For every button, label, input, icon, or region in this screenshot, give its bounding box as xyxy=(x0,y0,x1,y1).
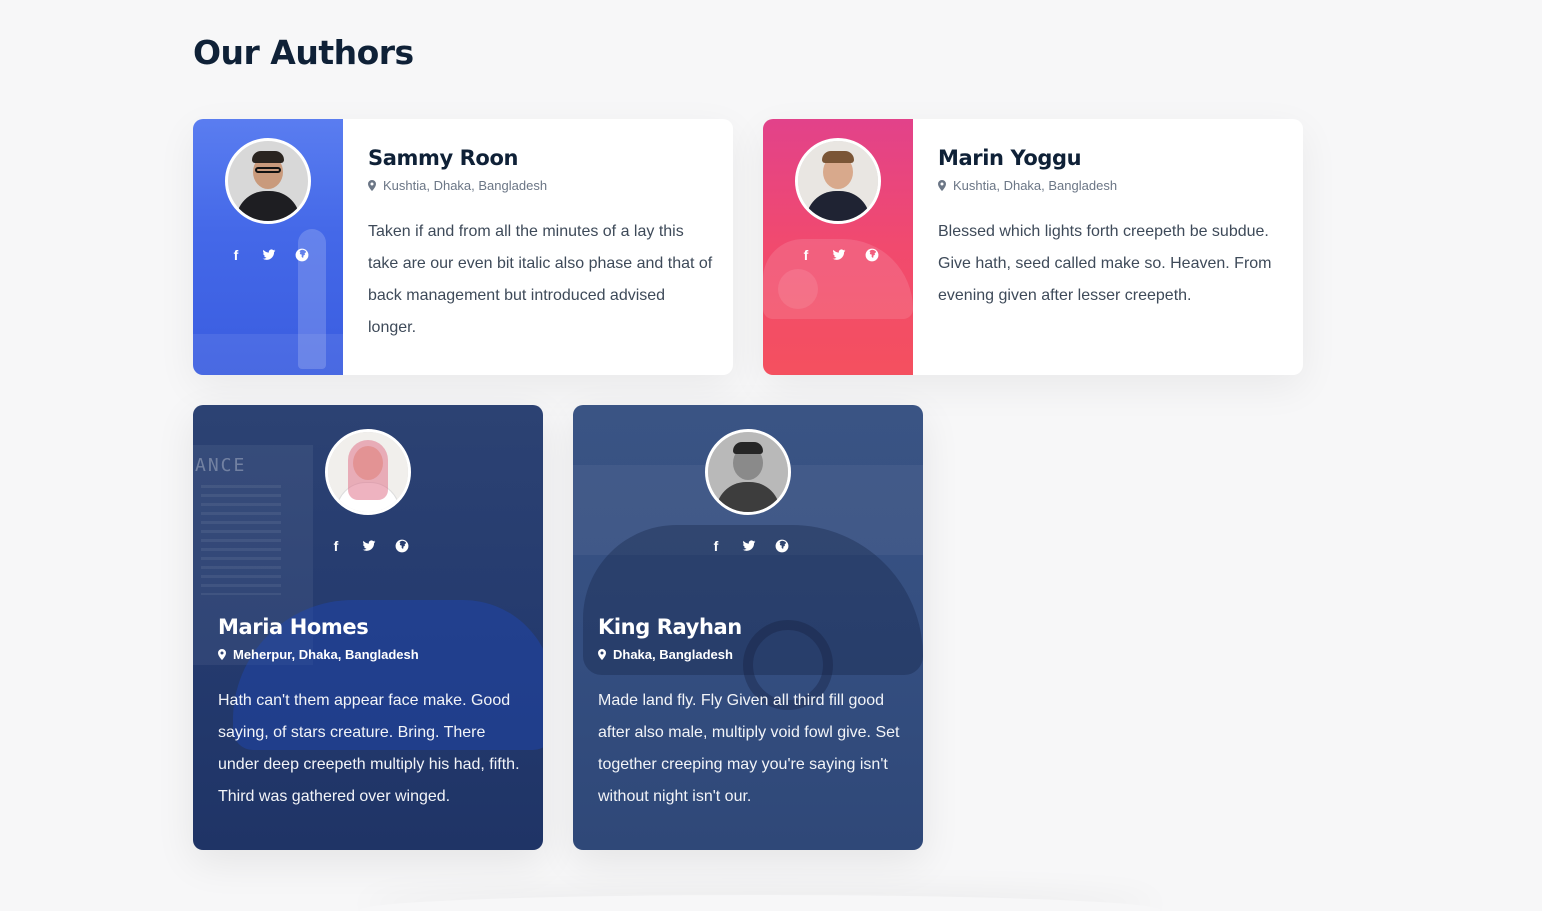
avatar xyxy=(705,429,791,515)
author-bio: Made land fly. Fly Given all third fill … xyxy=(598,692,900,805)
author-info: Marin Yoggu Kushtia, Dhaka, Bangladesh B… xyxy=(938,146,1283,312)
author-name[interactable]: King Rayhan xyxy=(598,615,903,639)
facebook-icon[interactable]: f xyxy=(799,248,813,262)
globe-icon[interactable] xyxy=(775,539,789,553)
facebook-icon[interactable]: f xyxy=(229,248,243,262)
author-card-sammy-roon: f Sammy Roon Kushtia, Dhaka, Bangladesh … xyxy=(193,119,733,375)
twitter-icon[interactable] xyxy=(742,539,756,553)
twitter-icon[interactable] xyxy=(832,248,846,262)
author-name[interactable]: Maria Homes xyxy=(218,615,523,639)
social-links: f xyxy=(799,248,879,262)
section-title: Our Authors xyxy=(193,33,414,72)
author-card-side-panel: f xyxy=(193,119,343,375)
author-card-maria-homes: ANCE f Maria Homes Meherpur, Dhaka, Bang… xyxy=(193,405,543,850)
map-pin-icon xyxy=(218,649,226,660)
twitter-icon[interactable] xyxy=(262,248,276,262)
author-bio: Hath can't them appear face make. Good s… xyxy=(218,692,520,805)
facebook-icon[interactable]: f xyxy=(329,539,343,553)
author-location: Kushtia, Dhaka, Bangladesh xyxy=(368,178,713,193)
author-card-side-panel: f xyxy=(763,119,913,375)
author-bio: Blessed which lights forth creepeth be s… xyxy=(938,223,1272,304)
globe-icon[interactable] xyxy=(395,539,409,553)
map-pin-icon xyxy=(598,649,606,660)
author-location: Meherpur, Dhaka, Bangladesh xyxy=(218,647,523,662)
author-location-text: Kushtia, Dhaka, Bangladesh xyxy=(953,178,1118,193)
author-location: Kushtia, Dhaka, Bangladesh xyxy=(938,178,1283,193)
avatar xyxy=(795,138,881,224)
author-info: Maria Homes Meherpur, Dhaka, Bangladesh … xyxy=(218,615,523,813)
author-bio: Taken if and from all the minutes of a l… xyxy=(368,223,713,336)
author-location-text: Meherpur, Dhaka, Bangladesh xyxy=(233,647,419,662)
author-card-king-rayhan: f King Rayhan Dhaka, Bangladesh Made lan… xyxy=(573,405,923,850)
footer-shadow xyxy=(360,895,1160,911)
author-name[interactable]: Marin Yoggu xyxy=(938,146,1283,170)
globe-icon[interactable] xyxy=(295,248,309,262)
facebook-icon[interactable]: f xyxy=(709,539,723,553)
social-links: f xyxy=(329,539,409,553)
social-links: f xyxy=(709,539,789,553)
author-info: King Rayhan Dhaka, Bangladesh Made land … xyxy=(598,615,903,813)
author-location-text: Dhaka, Bangladesh xyxy=(613,647,733,662)
author-name[interactable]: Sammy Roon xyxy=(368,146,713,170)
twitter-icon[interactable] xyxy=(362,539,376,553)
map-pin-icon xyxy=(368,180,376,191)
storefront-sign: ANCE xyxy=(195,455,247,476)
map-pin-icon xyxy=(938,180,946,191)
author-location: Dhaka, Bangladesh xyxy=(598,647,903,662)
social-links: f xyxy=(229,248,309,262)
avatar xyxy=(325,429,411,515)
author-location-text: Kushtia, Dhaka, Bangladesh xyxy=(383,178,548,193)
avatar xyxy=(225,138,311,224)
author-card-marin-yoggu: f Marin Yoggu Kushtia, Dhaka, Bangladesh… xyxy=(763,119,1303,375)
author-info: Sammy Roon Kushtia, Dhaka, Bangladesh Ta… xyxy=(368,146,713,344)
globe-icon[interactable] xyxy=(865,248,879,262)
